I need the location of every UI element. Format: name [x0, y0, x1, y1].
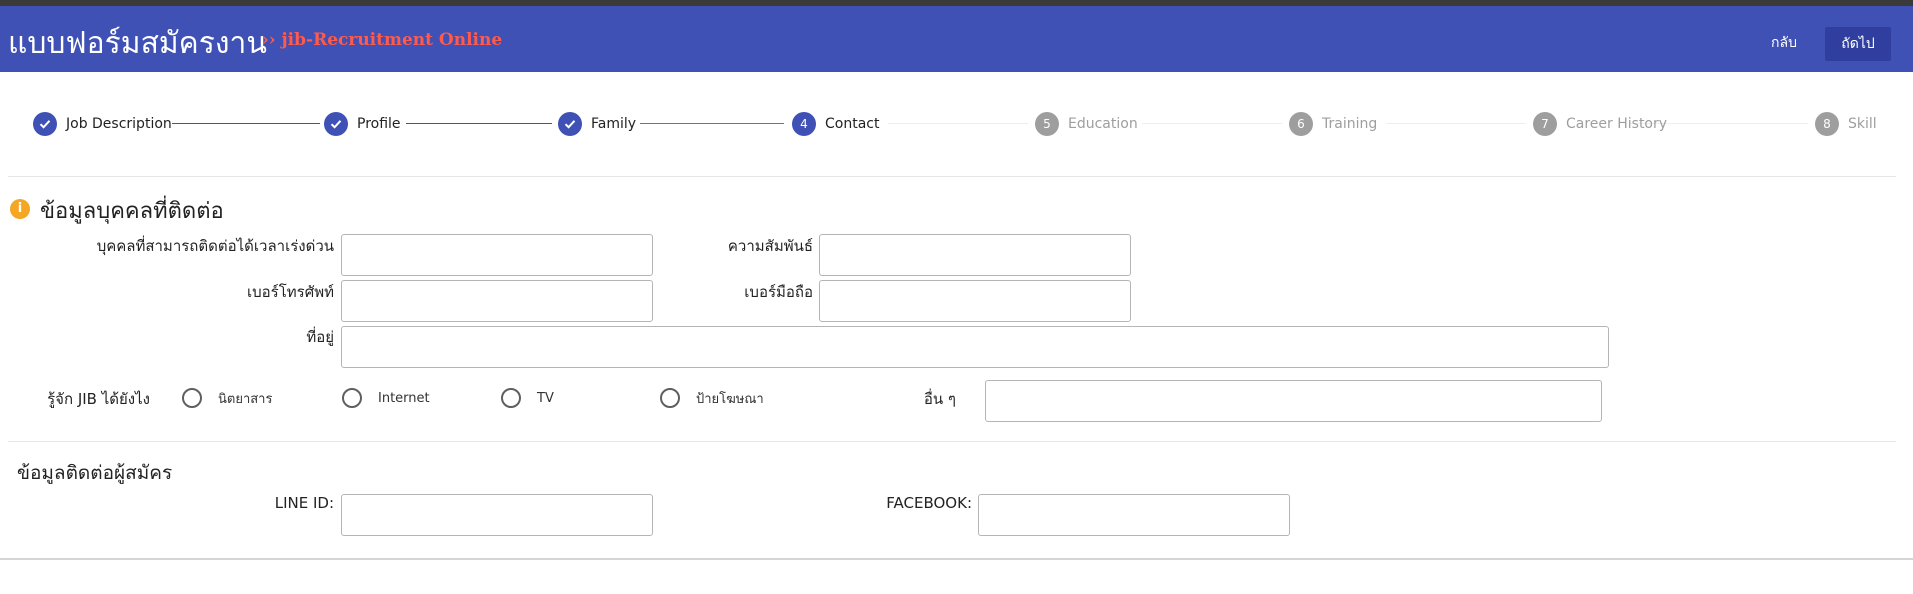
step-number: 4	[792, 112, 816, 136]
app-header: แบบฟอร์มสมัครงาน ›› jib-Recruitment Onli…	[0, 6, 1913, 72]
check-icon	[324, 112, 348, 136]
line-id-input[interactable]	[341, 494, 653, 536]
step-label: Job Description	[66, 116, 172, 132]
step-training[interactable]: 6 Training	[1289, 112, 1377, 136]
card-bottom-edge	[0, 558, 1913, 560]
step-number: 7	[1533, 112, 1557, 136]
other-source-label: อื่น ๆ	[923, 390, 956, 408]
source-option-internet[interactable]: Internet	[342, 388, 430, 408]
line-id-label: LINE ID:	[274, 494, 334, 512]
step-family[interactable]: Family	[558, 112, 636, 136]
check-icon	[33, 112, 57, 136]
facebook-input[interactable]	[978, 494, 1290, 536]
progress-stepper: Job Description Profile Family 4 Contact…	[0, 106, 1913, 142]
step-education[interactable]: 5 Education	[1035, 112, 1138, 136]
step-label: Training	[1322, 116, 1378, 132]
info-icon: i	[10, 199, 30, 219]
section-divider	[8, 441, 1896, 442]
step-label: Skill	[1848, 116, 1877, 132]
back-button[interactable]: กลับ	[1758, 27, 1810, 59]
source-option-billboard[interactable]: ป้ายโฆษณา	[660, 388, 764, 408]
step-skill[interactable]: 8 Skill	[1815, 112, 1877, 136]
radio-button[interactable]	[501, 388, 521, 408]
section-title-applicant-contact: ข้อมูลติดต่อผู้สมัคร	[17, 462, 173, 484]
step-label: Profile	[357, 116, 401, 132]
app-subtitle: ›› jib-Recruitment Online	[262, 30, 503, 50]
source-option-tv[interactable]: TV	[501, 388, 554, 408]
step-label: Education	[1068, 116, 1138, 132]
radio-label: นิตยาสาร	[218, 391, 273, 407]
contact-person-input[interactable]	[341, 234, 653, 276]
check-icon	[558, 112, 582, 136]
radio-button[interactable]	[660, 388, 680, 408]
radio-button[interactable]	[342, 388, 362, 408]
phone-input[interactable]	[341, 280, 653, 322]
step-contact[interactable]: 4 Contact	[792, 112, 879, 136]
step-number: 5	[1035, 112, 1059, 136]
source-question-label: รู้จัก JIB ได้ยังไง	[47, 390, 150, 408]
step-profile[interactable]: Profile	[324, 112, 401, 136]
section-title-contact-person: ข้อมูลบุคคลที่ติดต่อ	[40, 199, 224, 224]
step-number: 6	[1289, 112, 1313, 136]
mobile-label: เบอร์มือถือ	[744, 283, 813, 301]
facebook-label: FACEBOOK:	[886, 494, 972, 512]
relationship-label: ความสัมพันธ์	[727, 237, 813, 255]
mobile-input[interactable]	[819, 280, 1131, 322]
radio-button[interactable]	[182, 388, 202, 408]
step-career-history[interactable]: 7 Career History	[1533, 112, 1667, 136]
relationship-input[interactable]	[819, 234, 1131, 276]
page-title: แบบฟอร์มสมัครงาน	[8, 26, 267, 61]
radio-label: Internet	[378, 390, 430, 406]
next-button[interactable]: ถัดไป	[1825, 27, 1891, 61]
address-input[interactable]	[341, 326, 1609, 368]
address-label: ที่อยู่	[306, 328, 334, 346]
radio-label: ป้ายโฆษณา	[696, 391, 764, 407]
contact-person-label: บุคคลที่สามารถติดต่อได้เวลาเร่งด่วน	[96, 237, 334, 255]
step-job-description[interactable]: Job Description	[33, 112, 172, 136]
step-label: Family	[591, 116, 637, 132]
step-number: 8	[1815, 112, 1839, 136]
step-label: Contact	[825, 116, 880, 132]
other-source-input[interactable]	[985, 380, 1602, 422]
source-option-magazine[interactable]: นิตยาสาร	[182, 388, 272, 408]
radio-label: TV	[537, 390, 554, 406]
phone-label: เบอร์โทรศัพท์	[246, 283, 334, 301]
section-divider	[8, 176, 1896, 177]
step-label: Career History	[1566, 116, 1668, 132]
